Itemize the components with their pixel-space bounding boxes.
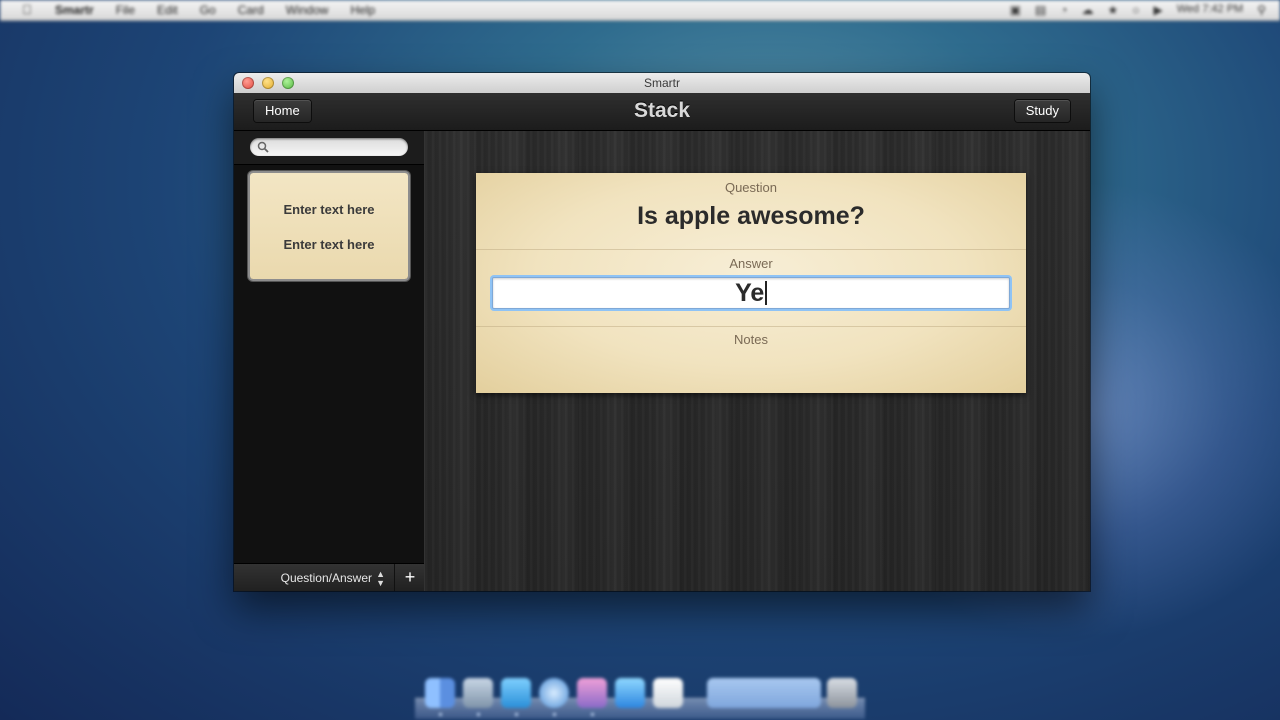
select-arrows-icon: ▲ ▼	[376, 569, 385, 588]
app-window: Smartr Home Stack Study Enter text here …	[234, 73, 1090, 591]
notes-label[interactable]: Notes	[476, 332, 1026, 347]
dock	[415, 676, 865, 720]
add-card-button[interactable]: +	[394, 564, 425, 591]
running-indicator	[515, 713, 518, 716]
menu-app[interactable]: Smartr	[55, 3, 94, 17]
menu-card[interactable]: Card	[238, 3, 264, 17]
answer-field[interactable]: Ye	[492, 277, 1010, 309]
twitter-icon[interactable]	[501, 678, 531, 708]
card-back-text: Enter text here	[283, 237, 375, 252]
flash-card: Question Is apple awesome? Answer Ye Not…	[476, 173, 1026, 393]
finder-icon[interactable]	[425, 678, 455, 708]
question-label: Question	[724, 180, 778, 195]
status-area: ▣ ▤ ◔ ☁ ★ ○ ▶ Wed 7:42 PM ⚲	[1010, 3, 1266, 17]
search-input[interactable]	[250, 138, 408, 156]
status-icon[interactable]: ◔	[1060, 3, 1067, 17]
running-indicator	[591, 713, 594, 716]
toolbar: Home Stack Study	[234, 93, 1090, 131]
menu-clock[interactable]: Wed 7:42 PM	[1177, 3, 1243, 17]
card-type-label: Question/Answer	[280, 571, 372, 585]
apple-icon[interactable]: 	[22, 2, 32, 17]
status-icon[interactable]: ★	[1108, 3, 1119, 17]
app-store-icon[interactable]	[615, 678, 645, 708]
answer-value: Ye	[735, 279, 765, 307]
title-bar[interactable]: Smartr	[234, 73, 1090, 94]
menu-edit[interactable]: Edit	[157, 3, 178, 17]
status-icon[interactable]: ▤	[1035, 3, 1046, 17]
divider	[476, 326, 1026, 327]
sidebar: Enter text here Enter text here Question…	[234, 131, 425, 591]
answer-label: Answer	[729, 256, 773, 271]
wifi-icon[interactable]: ○	[1132, 3, 1139, 17]
search-bar	[234, 131, 424, 165]
page-title: Stack	[633, 99, 691, 122]
trash-icon[interactable]	[827, 678, 857, 708]
question-text[interactable]: Is apple awesome?	[476, 202, 1026, 231]
photo-icon[interactable]	[577, 678, 607, 708]
running-indicator	[439, 713, 442, 716]
divider	[476, 249, 1026, 250]
card-type-select[interactable]: Question/Answer ▲ ▼	[234, 564, 394, 591]
menu-list: Smartr File Edit Go Card Window Help	[55, 3, 375, 17]
spotlight-icon[interactable]: ⚲	[1257, 3, 1266, 17]
window-title: Smartr	[644, 76, 680, 90]
status-icon[interactable]: ▣	[1010, 3, 1021, 17]
sidebar-footer: Question/Answer ▲ ▼ +	[234, 563, 424, 591]
card-editor-area: Question Is apple awesome? Answer Ye Not…	[425, 131, 1090, 591]
search-icon	[257, 141, 269, 153]
study-button[interactable]: Study	[1014, 100, 1070, 122]
text-caret	[765, 280, 767, 305]
card-list-item[interactable]: Enter text here Enter text here	[250, 173, 408, 279]
menu-file[interactable]: File	[116, 3, 135, 17]
volume-icon[interactable]: ▶	[1154, 3, 1163, 17]
folder-stack-icon[interactable]	[707, 678, 821, 708]
menu-go[interactable]: Go	[200, 3, 216, 17]
safari-icon[interactable]	[539, 678, 569, 708]
menu-bar:  Smartr File Edit Go Card Window Help ▣…	[0, 0, 1280, 21]
menu-help[interactable]: Help	[350, 3, 375, 17]
money-icon[interactable]	[653, 678, 683, 708]
running-indicator	[477, 713, 480, 716]
menu-window[interactable]: Window	[286, 3, 329, 17]
running-indicator	[553, 713, 556, 716]
preview-icon[interactable]	[463, 678, 493, 708]
card-front-text: Enter text here	[283, 202, 375, 217]
status-icon[interactable]: ☁	[1082, 3, 1094, 17]
